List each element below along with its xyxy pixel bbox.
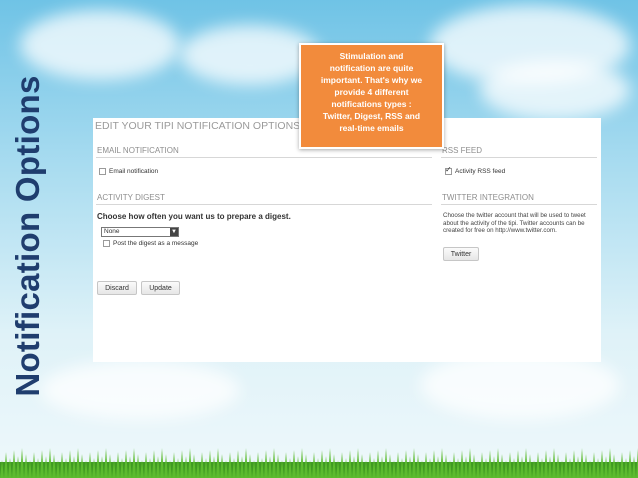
rss-feed-label: Activity RSS feed bbox=[455, 168, 506, 175]
chevron-down-icon: ▼ bbox=[170, 228, 178, 236]
update-button[interactable]: Update bbox=[141, 281, 180, 295]
callout-note: Stimulation and notification are quite i… bbox=[299, 43, 444, 149]
twitter-description: Choose the twitter account that will be … bbox=[443, 212, 586, 234]
twitter-section-heading: TWITTER INTEGRATION bbox=[442, 193, 534, 202]
post-digest-label: Post the digest as a message bbox=[113, 240, 199, 247]
divider bbox=[96, 204, 432, 205]
slide-title: Notification Options bbox=[9, 75, 46, 397]
grass-border bbox=[0, 448, 638, 478]
rss-section-heading: RSS FEED bbox=[442, 146, 483, 155]
cloud bbox=[480, 60, 630, 120]
digest-frequency-select[interactable]: None ▼ bbox=[101, 227, 179, 237]
email-section-heading: EMAIL NOTIFICATION bbox=[97, 146, 179, 155]
twitter-button[interactable]: Twitter bbox=[443, 247, 479, 261]
callout-line: notification are quite bbox=[329, 63, 414, 73]
email-notification-label: Email notification bbox=[109, 168, 159, 175]
post-digest-checkbox[interactable] bbox=[103, 240, 110, 247]
email-notification-checkbox[interactable] bbox=[99, 168, 106, 175]
discard-button[interactable]: Discard bbox=[97, 281, 137, 295]
callout-line: Stimulation and bbox=[339, 51, 404, 61]
panel-title: EDIT YOUR TIPI NOTIFICATION OPTIONS bbox=[95, 120, 301, 132]
settings-panel: EDIT YOUR TIPI NOTIFICATION OPTIONS EMAI… bbox=[93, 118, 601, 362]
cloud bbox=[40, 360, 240, 420]
divider bbox=[441, 157, 597, 158]
callout-line: provide 4 different bbox=[334, 87, 409, 97]
callout-line: real-time emails bbox=[339, 123, 404, 133]
digest-frequency-value: None bbox=[104, 228, 120, 235]
callout-line: Twitter, Digest, RSS and bbox=[322, 111, 421, 121]
digest-question: Choose how often you want us to prepare … bbox=[97, 212, 291, 221]
divider bbox=[96, 157, 432, 158]
divider bbox=[441, 204, 597, 205]
callout-line: notifications types : bbox=[331, 99, 412, 109]
callout-line: important. That's why we bbox=[320, 75, 423, 85]
digest-section-heading: ACTIVITY DIGEST bbox=[97, 193, 165, 202]
rss-feed-checkbox[interactable] bbox=[445, 165, 452, 175]
